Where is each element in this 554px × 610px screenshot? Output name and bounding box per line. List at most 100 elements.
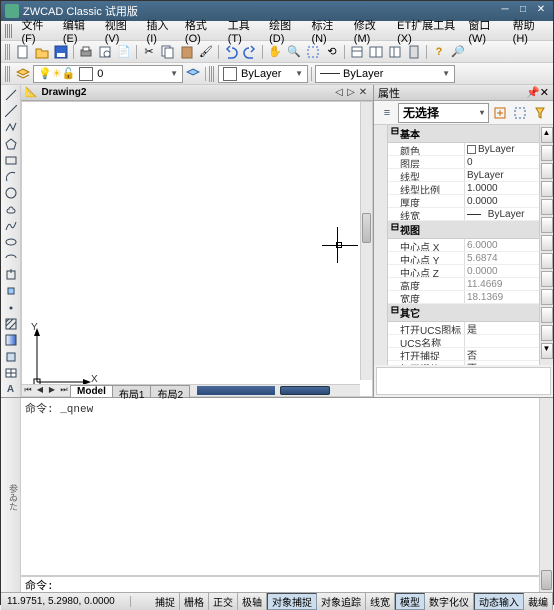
collapse-icon[interactable]: ⊟ <box>390 305 400 320</box>
help-icon[interactable]: ? <box>430 43 448 61</box>
prop-row-lineweight[interactable]: 线宽 ByLayer <box>388 208 539 221</box>
prop-row-cz[interactable]: 中心点 Z0.0000 <box>388 265 539 278</box>
menu-edit[interactable]: 编辑(E) <box>57 15 99 47</box>
tab-close-icon[interactable]: ✕ <box>357 87 369 98</box>
tab-prev-icon[interactable]: ◁ <box>333 87 345 98</box>
revcloud-icon[interactable] <box>3 202 19 217</box>
region-icon[interactable] <box>3 349 19 364</box>
toolbar-handle-2[interactable] <box>5 66 11 82</box>
scrollbar-vertical[interactable] <box>360 102 372 380</box>
gradient-icon[interactable] <box>3 333 19 348</box>
arc-icon[interactable] <box>3 169 19 184</box>
scroll-btn[interactable] <box>541 181 553 197</box>
tab-prev-icon[interactable]: ◀ <box>34 385 46 397</box>
properties-scrollbar[interactable]: ▲ ▼ <box>539 125 553 365</box>
collapse-icon[interactable]: ⊟ <box>390 222 400 237</box>
undo-icon[interactable] <box>222 43 240 61</box>
properties-header[interactable]: 属性 📌 ✕ <box>374 85 553 101</box>
status-polar[interactable]: 极轴 <box>238 593 267 610</box>
block-icon[interactable] <box>3 284 19 299</box>
toolbar-handle-3[interactable] <box>209 66 215 82</box>
select-objects-icon[interactable] <box>511 104 529 122</box>
zoom-prev-icon[interactable]: ⟲ <box>323 43 341 61</box>
preview-icon[interactable] <box>96 43 114 61</box>
scroll-btn[interactable] <box>541 163 553 179</box>
insert-icon[interactable] <box>3 267 19 282</box>
palette-menu-icon[interactable]: ≡ <box>378 104 396 122</box>
table-icon[interactable] <box>3 365 19 380</box>
prop-row-cx[interactable]: 中心点 X6.0000 <box>388 239 539 252</box>
redo-icon[interactable] <box>241 43 259 61</box>
status-osnap[interactable]: 对象捕捉 <box>267 593 317 610</box>
collapse-icon[interactable]: ⊟ <box>390 126 400 141</box>
props-icon[interactable] <box>348 43 366 61</box>
cut-icon[interactable]: ✂ <box>140 43 158 61</box>
drawing-canvas[interactable]: Y X ⏮ ◀ ▶ ⏭ Model 布局1 布局2 <box>21 101 373 397</box>
prop-row-cy[interactable]: 中心点 Y5.6874 <box>388 252 539 265</box>
prop-row-linetype[interactable]: 线型ByLayer <box>388 169 539 182</box>
prop-row-grid[interactable]: 打开栅格否 <box>388 361 539 365</box>
tab-layout2[interactable]: 布局2 <box>150 385 190 397</box>
pin-icon[interactable]: 📌 <box>526 86 540 99</box>
status-model[interactable]: 模型 <box>395 593 425 610</box>
new-icon[interactable] <box>14 43 32 61</box>
scroll-btn[interactable] <box>541 145 553 161</box>
group-basic[interactable]: ⊟基本 <box>388 125 539 143</box>
tab-layout1[interactable]: 布局1 <box>112 385 152 397</box>
ellipse-arc-icon[interactable] <box>3 251 19 266</box>
tp-icon[interactable] <box>386 43 404 61</box>
scroll-btn[interactable] <box>541 253 553 269</box>
tab-first-icon[interactable]: ⏮ <box>22 385 34 397</box>
menu-handle[interactable] <box>5 24 12 38</box>
status-dyn[interactable]: 动态输入 <box>474 593 524 610</box>
xline-icon[interactable] <box>3 103 19 118</box>
print-icon[interactable] <box>77 43 95 61</box>
prop-row-color[interactable]: 颜色ByLayer <box>388 143 539 156</box>
tab-last-icon[interactable]: ⏭ <box>58 385 70 397</box>
copy-icon[interactable] <box>159 43 177 61</box>
scroll-btn[interactable] <box>541 235 553 251</box>
selection-combo[interactable]: 无选择 ▾ <box>398 103 489 123</box>
prop-row-snap[interactable]: 打开捕捉否 <box>388 348 539 361</box>
circle-icon[interactable] <box>3 185 19 200</box>
publish-icon[interactable]: 📄 <box>115 43 133 61</box>
prop-row-ltscale[interactable]: 线型比例1.0000 <box>388 182 539 195</box>
group-other[interactable]: ⊟其它 <box>388 304 539 322</box>
line-icon[interactable] <box>3 87 19 102</box>
prop-row-width[interactable]: 宽度18.1369 <box>388 291 539 304</box>
scroll-down-icon[interactable]: ▼ <box>541 343 553 359</box>
pline-icon[interactable] <box>3 120 19 135</box>
prop-row-ucsicon[interactable]: 打开UCS图标是 <box>388 322 539 335</box>
color-combo[interactable]: ByLayer ▼ <box>218 65 308 83</box>
paste-icon[interactable] <box>178 43 196 61</box>
coordinates[interactable]: 11.9751, 5.2980, 0.0000 <box>1 596 131 607</box>
save-icon[interactable] <box>52 43 70 61</box>
zoom-win-icon[interactable] <box>304 43 322 61</box>
command-history[interactable]: 命令: _qnew <box>21 398 539 576</box>
status-ortho[interactable]: 正交 <box>209 593 238 610</box>
ellipse-icon[interactable] <box>3 234 19 249</box>
polygon-icon[interactable] <box>3 136 19 151</box>
hatch-icon[interactable] <box>3 316 19 331</box>
menu-dim[interactable]: 标注(N) <box>305 15 347 47</box>
menu-window[interactable]: 窗口(W) <box>462 15 506 47</box>
scroll-btn[interactable] <box>541 199 553 215</box>
tab-next-icon[interactable]: ▶ <box>46 385 58 397</box>
prop-row-layer[interactable]: 图层0 <box>388 156 539 169</box>
prop-row-height[interactable]: 高度11.4669 <box>388 278 539 291</box>
menu-insert[interactable]: 插入(I) <box>141 15 179 47</box>
point-icon[interactable] <box>3 300 19 315</box>
menu-view[interactable]: 视图(V) <box>99 15 141 47</box>
group-view[interactable]: ⊟视图 <box>388 221 539 239</box>
calc-icon[interactable] <box>405 43 423 61</box>
open-icon[interactable] <box>33 43 51 61</box>
menu-draw[interactable]: 绘图(D) <box>263 15 305 47</box>
menu-format[interactable]: 格式(O) <box>179 15 222 47</box>
scroll-btn[interactable] <box>541 271 553 287</box>
status-clip[interactable]: 裁编 <box>524 593 553 610</box>
rect-icon[interactable] <box>3 153 19 168</box>
layer-mgr-icon[interactable] <box>14 65 32 83</box>
zoom-rt-icon[interactable]: 🔍 <box>285 43 303 61</box>
tab-next-icon[interactable]: ▷ <box>345 87 357 98</box>
command-scrollbar[interactable] <box>539 398 553 592</box>
